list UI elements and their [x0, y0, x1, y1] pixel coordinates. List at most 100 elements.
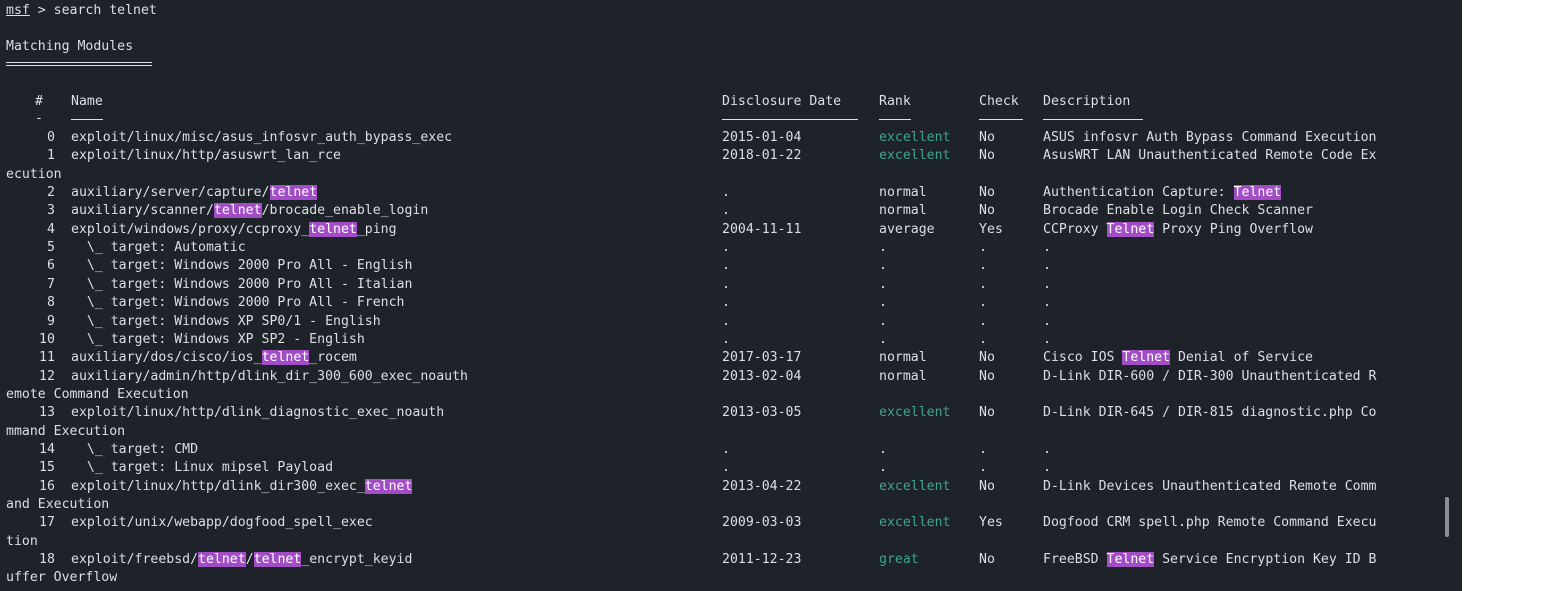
check: .	[979, 240, 987, 255]
description: .	[1043, 258, 1051, 273]
module-name: \_ target: CMD	[71, 442, 199, 457]
disclosure-date: .	[722, 442, 730, 457]
rank: excellent	[879, 148, 951, 163]
description: D-Link Devices Unauthenticated Remote Co…	[1043, 479, 1377, 494]
rank: excellent	[879, 405, 951, 420]
section-title: Matching Modules	[6, 39, 134, 54]
check: .	[979, 295, 987, 310]
wrapped-line: ecution	[6, 167, 62, 182]
description: Cisco IOS Telnet Denial of Service	[1043, 350, 1313, 365]
row-number: 18	[39, 552, 55, 567]
rank: great	[879, 552, 919, 567]
header-name: Name	[71, 94, 103, 109]
rank: average	[879, 222, 935, 237]
disclosure-date: 2009-03-03	[722, 515, 802, 530]
row-number: 8	[47, 295, 55, 310]
check: No	[979, 203, 995, 218]
check: Yes	[979, 222, 1003, 237]
check: .	[979, 442, 987, 457]
disclosure-date: 2017-03-17	[722, 350, 802, 365]
check: No	[979, 552, 995, 567]
module-name: exploit/linux/http/asuswrt_lan_rce	[71, 148, 341, 163]
description: .	[1043, 332, 1051, 347]
search-highlight: Telnet	[1233, 185, 1282, 200]
check: No	[979, 405, 995, 420]
description: .	[1043, 295, 1051, 310]
disclosure-date: 2013-02-04	[722, 369, 802, 384]
module-name: \_ target: Windows XP SP0/1 - English	[71, 314, 381, 329]
rank: excellent	[879, 479, 951, 494]
header-name-underline	[71, 119, 103, 120]
disclosure-date: .	[722, 332, 730, 347]
rank: normal	[879, 369, 927, 384]
description: .	[1043, 460, 1051, 475]
search-highlight: telnet	[364, 479, 413, 494]
row-number: 16	[39, 479, 55, 494]
rank: .	[879, 277, 887, 292]
module-name: exploit/unix/webapp/dogfood_spell_exec	[71, 515, 373, 530]
search-highlight: telnet	[309, 222, 357, 237]
check: .	[979, 460, 987, 475]
row-number: 4	[47, 222, 55, 237]
row-number: 11	[39, 350, 55, 365]
header-rank: Rank	[879, 94, 911, 109]
check: No	[979, 369, 995, 384]
rank: .	[879, 332, 887, 347]
header-check-underline	[979, 119, 1023, 120]
check: No	[979, 350, 995, 365]
prompt-separator: >	[29, 3, 54, 18]
wrapped-line: and Execution	[6, 497, 110, 512]
disclosure-date: 2018-01-22	[722, 148, 802, 163]
wrapped-line: mmand Execution	[6, 424, 126, 439]
prompt-command: search telnet	[53, 3, 157, 18]
row-number: 15	[39, 460, 55, 475]
module-name: exploit/windows/proxy/ccproxy_telnet_pin…	[71, 222, 397, 237]
module-name: exploit/linux/http/dlink_diagnostic_exec…	[71, 405, 445, 420]
disclosure-date: .	[722, 295, 730, 310]
disclosure-date: .	[722, 203, 730, 218]
row-number: 0	[47, 130, 55, 145]
row-number: 9	[47, 314, 55, 329]
row-number: 12	[39, 369, 55, 384]
check: Yes	[979, 515, 1003, 530]
row-number: 13	[39, 405, 55, 420]
check: No	[979, 130, 995, 145]
disclosure-date: .	[722, 314, 730, 329]
check: .	[979, 314, 987, 329]
module-name: \_ target: Linux mipsel Payload	[71, 460, 334, 475]
header-rank-underline	[879, 119, 911, 120]
module-name: exploit/linux/misc/asus_infosvr_auth_byp…	[71, 130, 453, 145]
check: .	[979, 277, 987, 292]
check: .	[979, 332, 987, 347]
disclosure-date: .	[722, 258, 730, 273]
terminal-window[interactable]: msf > search telnet Matching Modules # N…	[0, 0, 1462, 591]
search-highlight: telnet	[253, 552, 302, 567]
description: D-Link DIR-600 / DIR-300 Unauthenticated…	[1043, 369, 1377, 384]
rank: normal	[879, 185, 927, 200]
module-name: auxiliary/dos/cisco/ios_telnet_rocem	[71, 350, 357, 365]
section-title-underline	[6, 62, 152, 66]
row-number: 10	[39, 332, 55, 347]
row-number: 17	[39, 515, 55, 530]
header-date-underline	[722, 119, 858, 120]
scrollbar-thumb[interactable]	[1445, 497, 1449, 537]
wrapped-line: emote Command Execution	[6, 387, 189, 402]
search-highlight: Telnet	[1106, 552, 1155, 567]
rank: .	[879, 442, 887, 457]
disclosure-date: 2013-04-22	[722, 479, 802, 494]
description: CCProxy Telnet Proxy Ping Overflow	[1043, 222, 1313, 237]
row-number: 6	[47, 258, 55, 273]
description: .	[1043, 442, 1051, 457]
disclosure-date: 2004-11-11	[722, 222, 802, 237]
description: .	[1043, 314, 1051, 329]
rank: normal	[879, 203, 927, 218]
row-number: 1	[47, 148, 55, 163]
header-check: Check	[979, 94, 1019, 109]
disclosure-date: 2015-01-04	[722, 130, 802, 145]
search-highlight: telnet	[269, 185, 318, 200]
description: D-Link DIR-645 / DIR-815 diagnostic.php …	[1043, 405, 1377, 420]
rank: .	[879, 460, 887, 475]
disclosure-date: .	[722, 460, 730, 475]
row-number: 7	[47, 277, 55, 292]
rank: excellent	[879, 130, 951, 145]
